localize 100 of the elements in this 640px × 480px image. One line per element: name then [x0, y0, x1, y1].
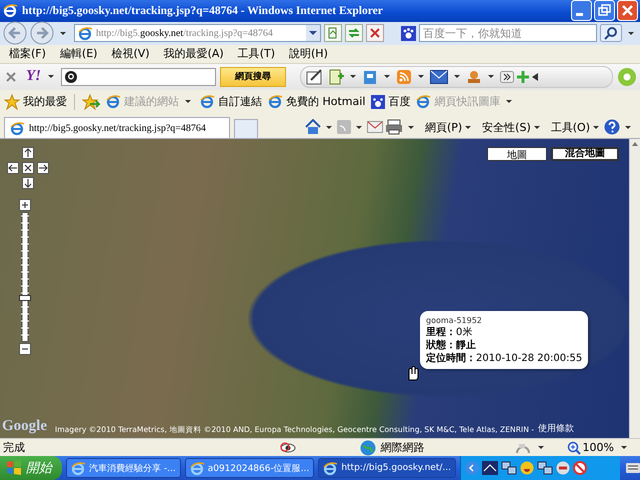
url-text: http://big5.goosky.net/tracking.jsp?q=48764	[96, 28, 274, 39]
smiley-icon[interactable]	[520, 461, 534, 475]
no-sign-icon[interactable]	[573, 461, 587, 475]
ie-page-icon	[10, 120, 25, 136]
yahoo-logo[interactable]: Y!	[26, 68, 41, 86]
map-type-button[interactable]: 混合地圖	[551, 147, 619, 162]
ie-page-icon	[323, 460, 338, 476]
status-text: 完成	[2, 440, 26, 456]
mail-icon[interactable]	[366, 121, 383, 134]
keyboard-icon[interactable]	[626, 463, 640, 473]
refresh-icon[interactable]	[345, 24, 363, 42]
left-arrow-icon[interactable]	[532, 72, 538, 81]
menu-item[interactable]: 說明(H)	[282, 46, 335, 62]
window-icon[interactable]	[362, 68, 378, 85]
caret-icon[interactable]	[538, 446, 544, 450]
pan-right-icon[interactable]	[37, 162, 49, 174]
zoom-menu[interactable]: 100%	[566, 440, 614, 455]
back-icon[interactable]	[3, 21, 27, 46]
network-icon[interactable]	[537, 461, 553, 475]
chevron-icon[interactable]	[500, 70, 514, 83]
web-search-button[interactable]: 網頁搜尋	[220, 66, 286, 87]
favorite-link[interactable]: 百度	[371, 94, 410, 110]
menu-item[interactable]: 檔案(F)	[2, 46, 53, 62]
caret-icon[interactable]	[625, 126, 631, 129]
address-field[interactable]: http://big5.goosky.net/tracking.jsp?q=48764	[74, 24, 321, 42]
center-icon[interactable]	[22, 162, 34, 174]
caret-icon[interactable]	[534, 126, 540, 129]
browser-tab[interactable]: http://big5.goosky.net/tracking.jsp?q=48764	[4, 117, 230, 138]
search-field[interactable]	[61, 68, 216, 86]
google-logo: Google	[2, 418, 47, 436]
paw-icon	[401, 26, 416, 41]
chevron-left-icon[interactable]	[465, 461, 479, 475]
command-menu[interactable]: 網頁(P)	[424, 120, 474, 135]
caret-icon[interactable]	[593, 126, 599, 129]
search-icon[interactable]	[600, 24, 622, 42]
favorites-button[interactable]: 我的最愛	[4, 94, 67, 110]
privacy-eye-icon[interactable]	[280, 440, 296, 455]
taskbar-button[interactable]: http://big5.goosky.net/...	[318, 458, 456, 478]
caret-icon[interactable]	[356, 126, 362, 129]
search-icon	[65, 70, 77, 83]
map-type-button[interactable]: 地圖	[487, 147, 547, 162]
forward-icon[interactable]	[30, 21, 54, 46]
info-line: 狀態：靜止	[426, 339, 477, 352]
info-line: 里程：0米	[426, 326, 474, 340]
caret-icon[interactable]	[488, 75, 494, 78]
favorite-link[interactable]: 免費的 Hotmail	[268, 94, 366, 110]
scrollbar[interactable]	[629, 139, 640, 438]
caret-icon[interactable]	[454, 75, 460, 78]
taskbar-button[interactable]: 汽車消費經驗分享 -...	[66, 458, 181, 478]
caret-icon[interactable]	[465, 126, 472, 129]
menu-item[interactable]: 工具(T)	[230, 46, 282, 62]
globe-icon	[360, 440, 376, 456]
search-field[interactable]: 百度一下，你就知道	[419, 24, 597, 42]
ie-logo-icon	[3, 3, 18, 18]
paw-icon	[371, 94, 386, 109]
info-line: 定位時間：2010-10-28 20:00:55	[426, 352, 582, 366]
caret-icon[interactable]	[506, 100, 512, 104]
caret-icon[interactable]	[326, 126, 332, 129]
minimize-icon[interactable]	[571, 0, 592, 22]
pan-left-icon[interactable]	[7, 162, 19, 174]
mail-icon[interactable]	[430, 70, 448, 84]
ie-page-icon	[416, 94, 432, 110]
caret-icon[interactable]	[408, 126, 414, 129]
stop-icon[interactable]	[366, 24, 384, 42]
command-menu[interactable]: 工具(O)	[550, 120, 602, 135]
magnifier-icon	[566, 440, 581, 455]
menu-item[interactable]: 檢視(V)	[104, 46, 157, 62]
info-title: gooma-51952	[426, 315, 483, 326]
zone-indicator: 網際網路	[360, 440, 425, 456]
caret-icon[interactable]	[185, 100, 191, 104]
zoom-slider[interactable]	[19, 212, 31, 342]
stamp-icon[interactable]	[466, 68, 482, 85]
add-favorite-icon[interactable]	[82, 94, 100, 110]
terms-link[interactable]: 使用條款	[538, 422, 574, 436]
ie-page-icon	[190, 460, 205, 476]
caret-icon[interactable]	[384, 75, 390, 78]
pan-down-icon[interactable]	[22, 177, 34, 190]
caret-icon[interactable]	[418, 75, 424, 78]
command-menu[interactable]: 安全性(S)	[482, 120, 543, 135]
ie-page-icon	[78, 26, 93, 41]
caret-icon[interactable]	[350, 75, 356, 78]
zoom-out-icon[interactable]	[19, 343, 31, 356]
printer-icon[interactable]	[384, 119, 403, 136]
favorite-link[interactable]: 自訂連結	[200, 94, 262, 110]
zoom-in-icon[interactable]	[19, 199, 31, 212]
caret-icon[interactable]	[60, 32, 66, 35]
zoom-slider-thumb[interactable]	[19, 295, 31, 302]
help-icon[interactable]	[604, 119, 620, 136]
dropdown-icon[interactable]	[306, 25, 320, 42]
plus-page-icon[interactable]	[328, 68, 344, 85]
taskbar-button[interactable]: a0912024866-位置服...	[184, 458, 314, 478]
pan-up-icon[interactable]	[22, 147, 34, 160]
menu-item[interactable]: 編輯(E)	[52, 46, 104, 62]
restore-icon[interactable]	[594, 0, 615, 22]
caret-icon[interactable]	[628, 32, 634, 35]
home-icon[interactable]	[304, 119, 321, 136]
caret-icon[interactable]	[48, 75, 54, 78]
caret-icon[interactable]	[621, 446, 627, 450]
menu-item[interactable]: 我的最愛(A)	[156, 46, 231, 62]
network-icon[interactable]	[501, 461, 517, 475]
